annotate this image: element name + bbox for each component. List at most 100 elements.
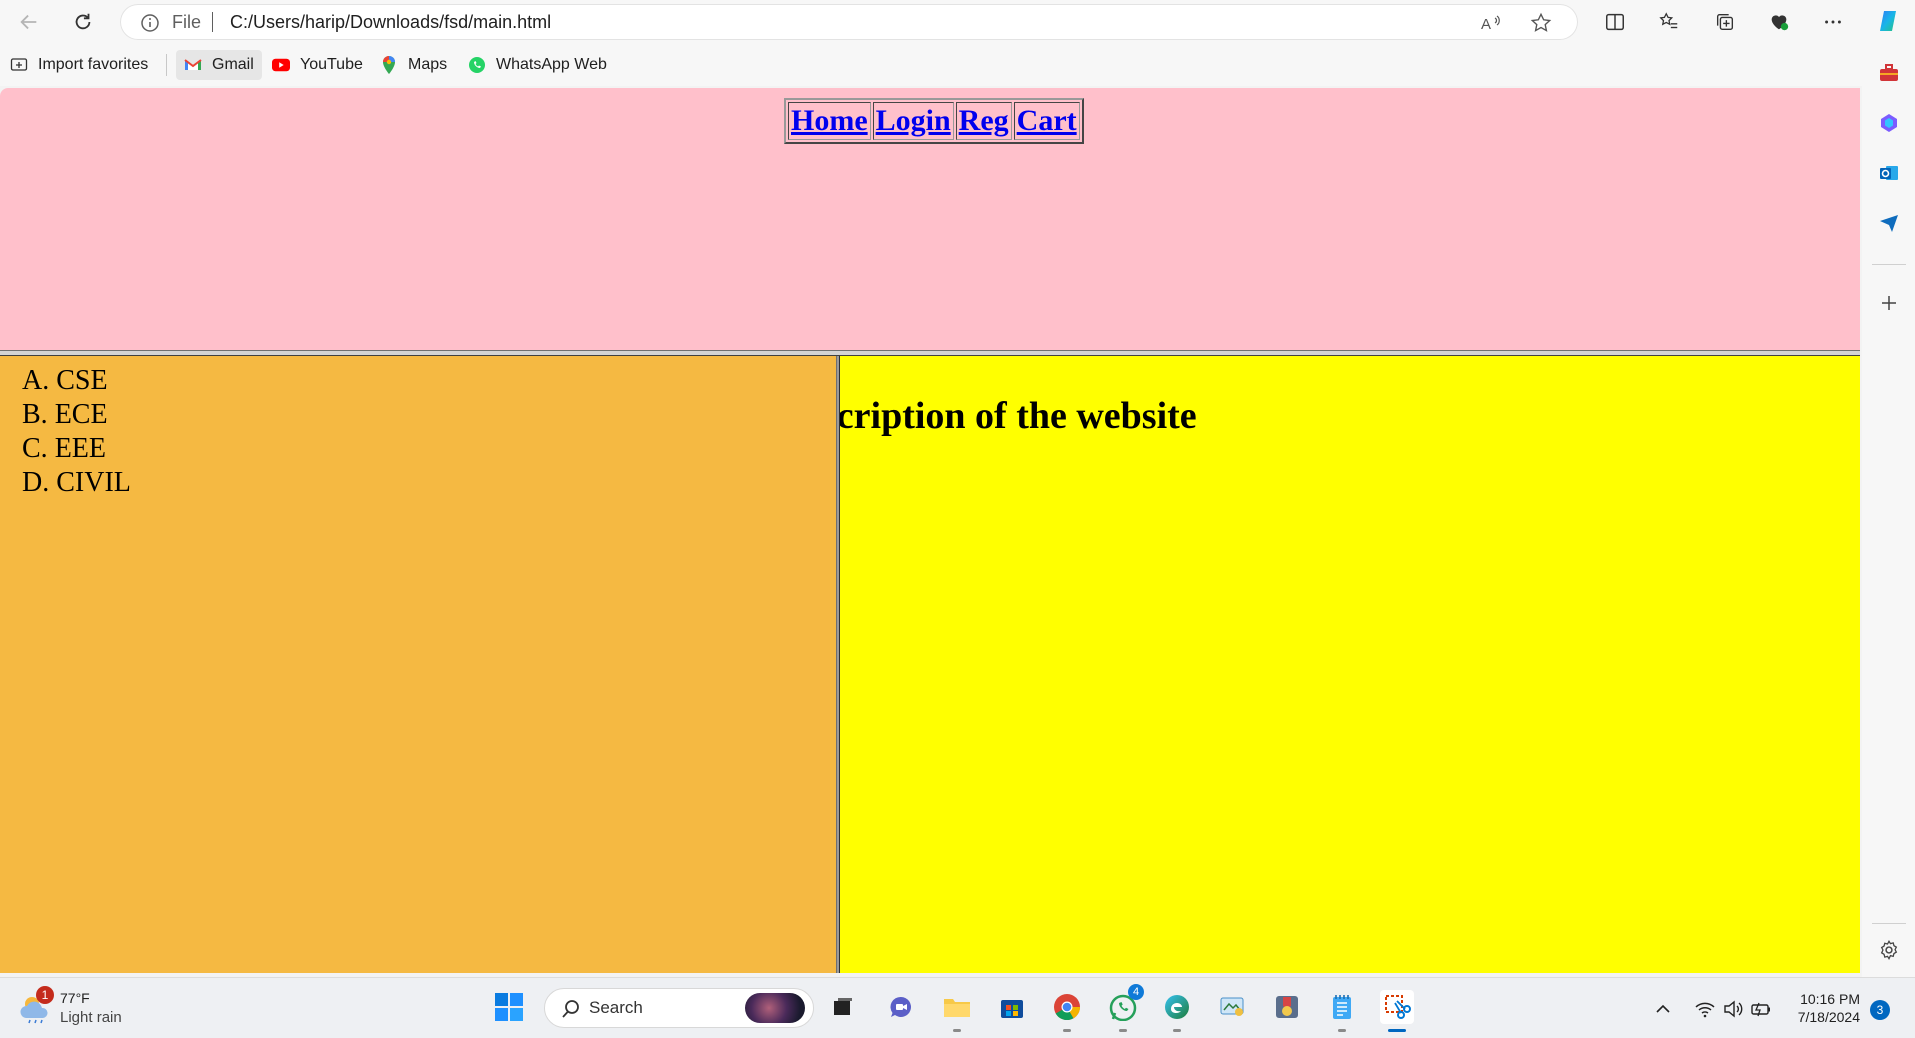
nav-cell-cart: Cart	[1013, 102, 1080, 140]
file-explorer-button[interactable]	[940, 990, 974, 1024]
task-view-button[interactable]	[826, 990, 860, 1024]
weather-condition: Light rain	[60, 1009, 122, 1026]
list-marker: A.	[22, 365, 50, 396]
more-options-button[interactable]	[1816, 6, 1850, 38]
whatsapp-button[interactable]: 4	[1106, 984, 1144, 1024]
top-frame: Home Login Reg Cart	[0, 88, 1860, 350]
favorites-separator	[166, 54, 167, 76]
info-icon[interactable]	[140, 13, 160, 33]
nav-link-login[interactable]: Login	[876, 104, 951, 137]
copilot-button[interactable]	[1876, 8, 1902, 34]
refresh-button[interactable]	[66, 6, 100, 38]
favorites-button[interactable]	[1652, 6, 1686, 38]
clock-time: 10:16 PM	[1800, 991, 1860, 1007]
outlook-button[interactable]	[1876, 160, 1902, 186]
nav-cell-home: Home	[788, 102, 871, 140]
favorites-bar: Import favorites Gmail YouTube Maps What…	[0, 44, 1862, 86]
send-button[interactable]	[1876, 210, 1902, 236]
refresh-icon	[75, 13, 91, 30]
control-panel-icon	[1220, 997, 1244, 1016]
scheme-label: File	[172, 12, 202, 32]
notepad-button[interactable]	[1325, 990, 1359, 1024]
search-icon	[562, 1000, 579, 1018]
heart-pulse-icon	[1771, 15, 1789, 31]
back-button[interactable]	[12, 6, 46, 38]
sidebar-settings-button[interactable]	[1876, 937, 1902, 963]
taskbar-clock[interactable]: 10:16 PM 7/18/2024	[1794, 990, 1860, 1026]
taskbar-running-indicator	[953, 1029, 961, 1032]
url-text[interactable]: C:/Users/harip/Downloads/fsd/main.html	[230, 12, 551, 33]
taskbar-running-indicator	[1119, 1029, 1127, 1032]
nav-cell-login: Login	[872, 102, 954, 140]
favorite-import[interactable]: Import favorites	[2, 50, 156, 80]
list-marker: B.	[22, 399, 48, 430]
favorite-youtube[interactable]: YouTube	[264, 50, 371, 80]
chrome-button[interactable]	[1050, 990, 1084, 1024]
read-aloud-icon[interactable]: A	[1480, 12, 1502, 34]
chevron-up-icon[interactable]	[1652, 998, 1674, 1020]
battery-icon[interactable]	[1750, 998, 1772, 1020]
nav-link-reg[interactable]: Reg	[959, 104, 1009, 137]
search-highlight-image	[745, 993, 805, 1023]
maps-icon	[380, 56, 398, 74]
address-separator	[212, 12, 213, 32]
address-bar[interactable]: File C:/Users/harip/Downloads/fsd/main.h…	[120, 4, 1578, 40]
nav-cell-reg: Reg	[955, 102, 1012, 140]
taskbar-active-indicator	[1388, 1029, 1406, 1032]
browser-essentials-button[interactable]	[1762, 6, 1796, 38]
control-panel-button[interactable]	[1215, 990, 1249, 1024]
outlook-icon	[1880, 166, 1898, 180]
edge-icon	[1165, 995, 1189, 1019]
weather-widget[interactable]: 1 77°F Light rain	[18, 986, 158, 1032]
import-icon	[10, 56, 28, 74]
microsoft365-icon	[1881, 114, 1897, 132]
favorite-whatsapp[interactable]: WhatsApp Web	[460, 50, 615, 80]
microsoft-store-button[interactable]	[995, 990, 1029, 1024]
volume-icon[interactable]	[1722, 998, 1744, 1020]
split-screen-button[interactable]	[1598, 6, 1632, 38]
favorite-maps-label: Maps	[408, 56, 448, 73]
favorite-gmail[interactable]: Gmail	[176, 50, 262, 80]
nav-link-home[interactable]: Home	[791, 104, 868, 137]
nav-table: Home Login Reg Cart	[784, 98, 1084, 144]
list-item-label: CIVIL	[56, 467, 131, 498]
favorites-list-icon	[1659, 12, 1678, 29]
paper-plane-icon	[1880, 215, 1898, 232]
app-medal-button[interactable]	[1270, 990, 1304, 1024]
notification-badge[interactable]: 3	[1870, 1000, 1890, 1020]
list-item: B. ECE	[22, 398, 131, 432]
clock-date: 7/18/2024	[1797, 1009, 1860, 1025]
teams-chat-button[interactable]	[884, 990, 918, 1024]
m365-button[interactable]	[1876, 110, 1902, 136]
right-frame: scription of the website	[840, 356, 1860, 973]
browser-toolbar: File C:/Users/harip/Downloads/fsd/main.h…	[0, 0, 1862, 44]
list-marker: C.	[22, 433, 48, 464]
store-icon	[1001, 1000, 1023, 1018]
windows-start-icon[interactable]	[494, 992, 524, 1022]
weather-badge: 1	[36, 986, 54, 1004]
favorite-maps[interactable]: Maps	[372, 50, 455, 80]
favorite-star-icon[interactable]	[1530, 12, 1552, 34]
list-item: D. CIVIL	[22, 466, 131, 500]
gmail-icon	[184, 56, 202, 74]
list-item: A. CSE	[22, 364, 131, 398]
taskbar-search[interactable]: Search	[544, 988, 814, 1028]
favorite-youtube-label: YouTube	[300, 56, 363, 73]
left-frame: A. CSE B. ECE C. EEE D. CIVIL	[0, 356, 836, 973]
collections-button[interactable]	[1708, 6, 1742, 38]
sidebar-divider	[1872, 264, 1906, 265]
add-sidebar-app-button[interactable]	[1876, 290, 1902, 316]
snipping-tool-button[interactable]	[1380, 990, 1414, 1024]
youtube-icon	[272, 56, 290, 74]
nav-link-cart[interactable]: Cart	[1017, 104, 1077, 137]
tools-button[interactable]	[1876, 60, 1902, 86]
split-screen-icon	[1606, 13, 1624, 31]
edge-button[interactable]	[1160, 990, 1194, 1024]
copilot-icon	[1880, 11, 1896, 31]
snipping-tool-icon	[1385, 995, 1411, 1019]
task-view-icon	[834, 998, 852, 1015]
weather-temp: 77°F	[60, 990, 90, 1006]
chrome-icon	[1054, 994, 1081, 1021]
search-label: Search	[589, 998, 643, 1017]
wifi-icon[interactable]	[1694, 998, 1716, 1020]
